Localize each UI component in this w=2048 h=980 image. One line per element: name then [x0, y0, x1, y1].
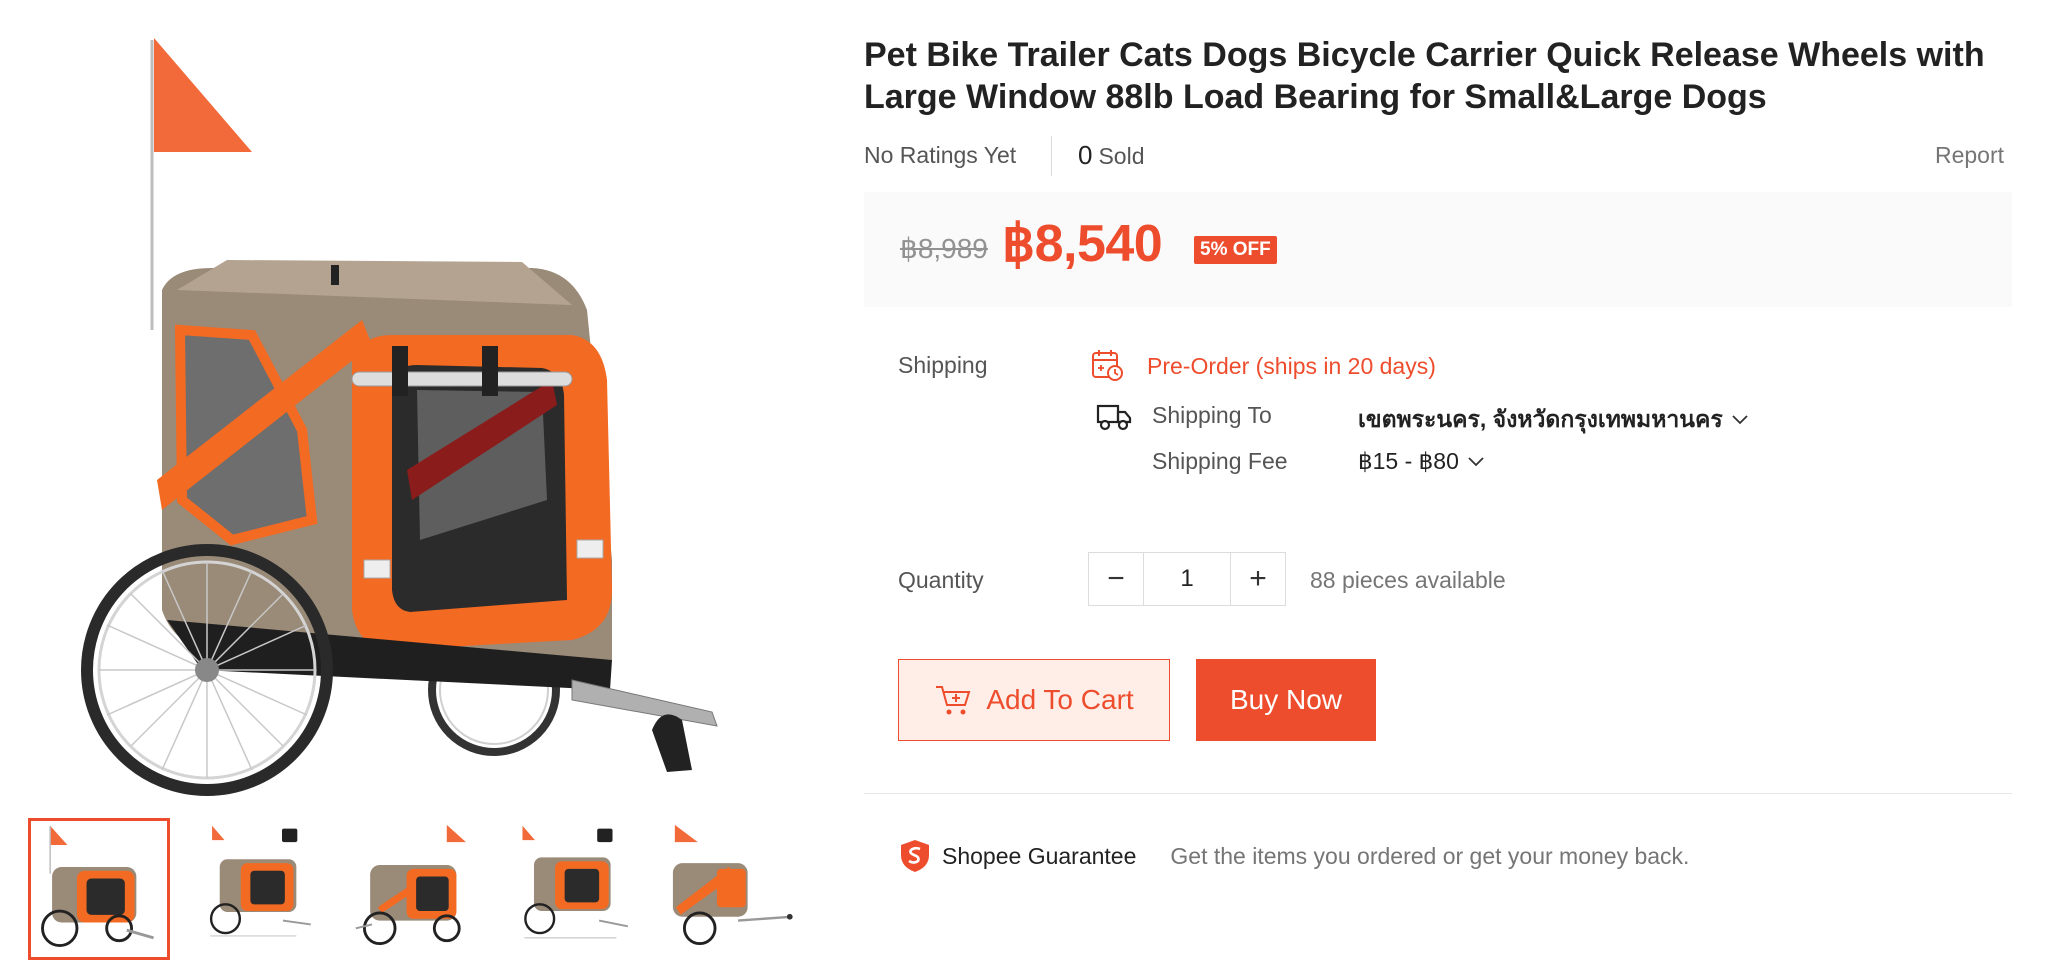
truck-icon — [1096, 404, 1132, 431]
shipping-to-label: Shipping To — [1152, 402, 1272, 428]
main-product-image[interactable] — [12, 0, 802, 800]
thumbnail-image — [209, 825, 311, 937]
current-price: ฿8,540 — [1002, 215, 1163, 273]
thumbnail-image — [41, 825, 154, 947]
original-price: ฿8,989 — [900, 233, 988, 264]
stock-available-text: 88 pieces available — [1310, 567, 1506, 593]
thumbnail-image — [672, 824, 793, 946]
thumbnail-4[interactable] — [508, 818, 650, 960]
product-meta-row: No Ratings Yet 0 Sold Report — [864, 136, 2004, 176]
sold-label: Sold — [1098, 143, 1145, 169]
thumbnail-image — [522, 825, 629, 939]
thumbnail-1[interactable] — [28, 818, 170, 960]
product-title: Pet Bike Trailer Cats Dogs Bicycle Carri… — [864, 36, 1985, 116]
thumbnail-2[interactable] — [188, 818, 330, 960]
section-divider — [864, 793, 2012, 794]
cart-plus-icon — [936, 686, 971, 715]
bike-trailer-image — [81, 38, 718, 796]
thumbnail-5[interactable] — [668, 818, 810, 960]
add-to-cart-label: Add To Cart — [986, 684, 1134, 715]
thumbnail-strip — [28, 818, 810, 963]
shipping-to-selector[interactable]: เขตพระนคร, จังหวัดกรุงเทพมหานคร — [1358, 402, 1749, 438]
chevron-down-icon — [1732, 415, 1748, 425]
sold-count: 0 — [1078, 140, 1093, 170]
shopee-shield-icon — [901, 840, 929, 872]
shipping-fee-label: Shipping Fee — [1152, 448, 1288, 474]
shipping-fee-value: ฿15 - ฿80 — [1358, 448, 1459, 474]
quantity-input[interactable] — [1143, 553, 1231, 605]
chevron-down-icon — [1468, 456, 1484, 466]
shipping-fee-selector[interactable]: ฿15 - ฿80 — [1358, 448, 1485, 475]
thumbnail-image — [355, 824, 466, 946]
meta-divider — [1051, 136, 1052, 176]
quantity-stepper: − + — [1088, 552, 1286, 606]
ratings-text: No Ratings Yet — [864, 142, 1017, 168]
shipping-label: Shipping — [898, 352, 988, 378]
buy-now-button[interactable]: Buy Now — [1196, 659, 1376, 741]
report-link[interactable]: Report — [1935, 142, 2004, 169]
discount-badge: 5% OFF — [1194, 236, 1277, 264]
preorder-text: Pre-Order (ships in 20 days) — [1147, 353, 1436, 379]
shipping-to-value: เขตพระนคร, จังหวัดกรุงเทพมหานคร — [1358, 406, 1723, 432]
decrease-quantity-button[interactable]: − — [1089, 553, 1143, 605]
quantity-label: Quantity — [898, 567, 984, 593]
increase-quantity-button[interactable]: + — [1231, 553, 1285, 605]
add-to-cart-button[interactable]: Add To Cart — [898, 659, 1170, 741]
calendar-clock-icon — [1092, 350, 1123, 381]
price-section: ฿8,989 ฿8,540 5% OFF — [864, 192, 2012, 307]
thumbnail-3[interactable] — [348, 818, 490, 960]
sold-info: 0 Sold — [1078, 140, 1145, 171]
guarantee-title: Shopee Guarantee — [942, 842, 1137, 869]
shopee-guarantee[interactable]: Shopee Guarantee Get the items you order… — [898, 836, 1689, 876]
guarantee-description: Get the items you ordered or get your mo… — [1170, 842, 1690, 869]
